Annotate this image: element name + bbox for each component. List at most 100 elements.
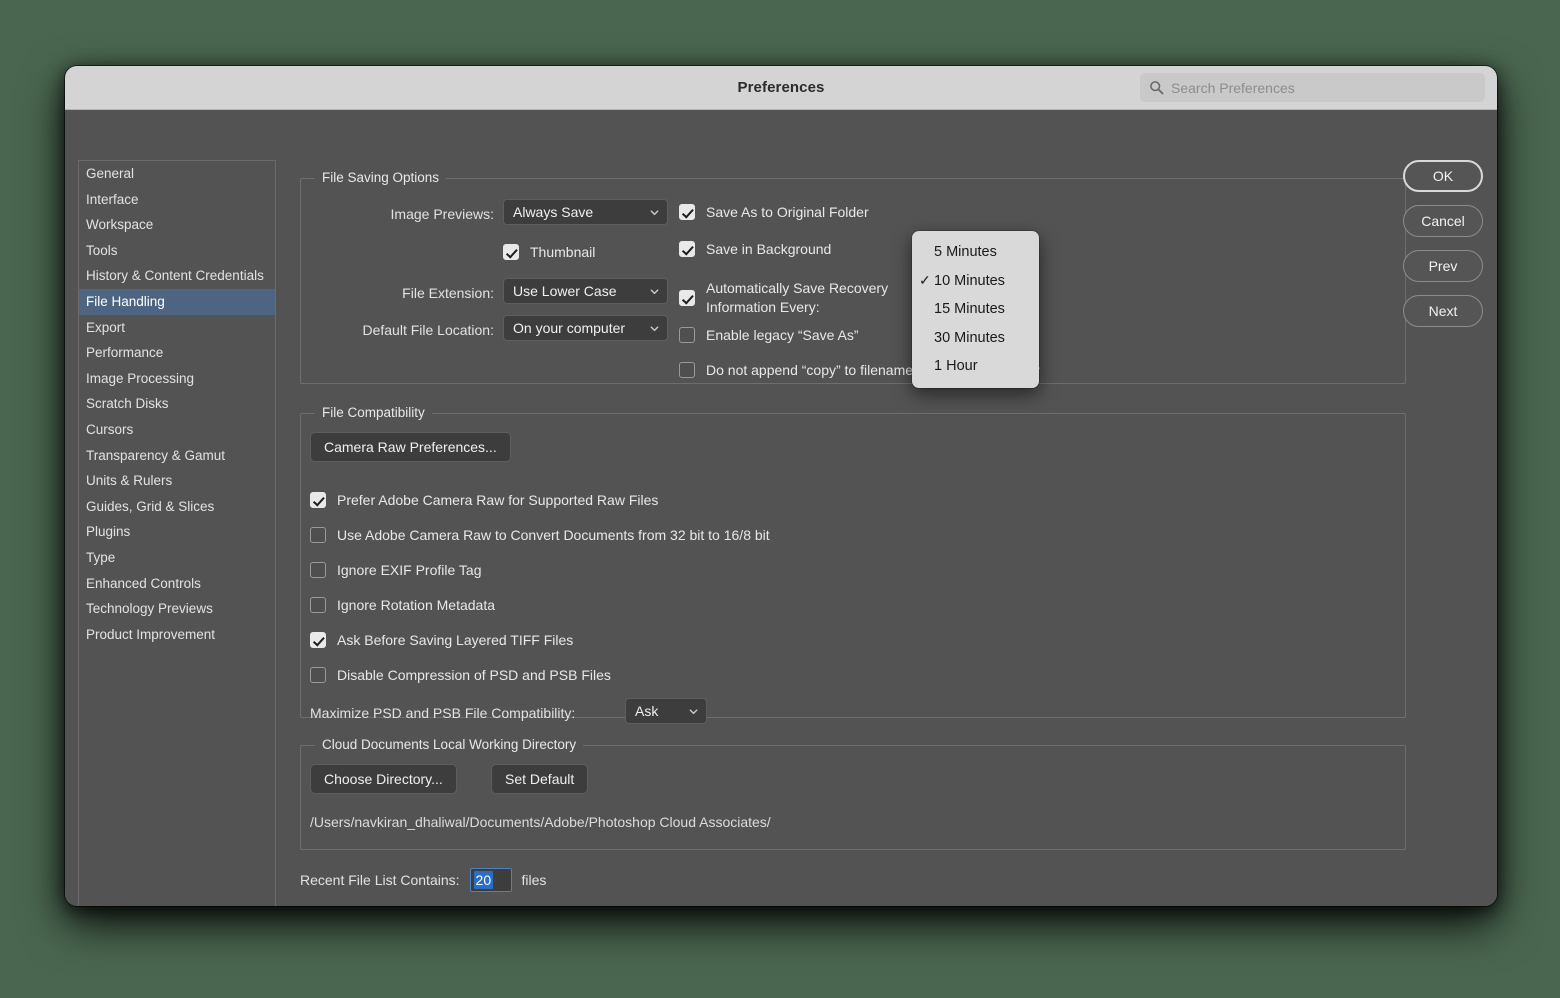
camera-raw-preferences-button[interactable]: Camera Raw Preferences... bbox=[310, 432, 511, 462]
disable-compression-checkbox[interactable] bbox=[310, 667, 326, 683]
maximize-compatibility-value: Ask bbox=[635, 703, 659, 719]
dialog-action-buttons: OK Cancel Prev Next bbox=[1403, 160, 1483, 327]
ignore-rotation-row[interactable]: Ignore Rotation Metadata bbox=[310, 597, 495, 613]
auto-save-recovery-line2: Information Every: bbox=[706, 299, 820, 315]
recovery-interval-popup-menu[interactable]: 5 Minutes ✓ 10 Minutes 15 Minutes 30 Min… bbox=[912, 231, 1039, 388]
popup-item-5-minutes[interactable]: 5 Minutes bbox=[912, 238, 1039, 267]
chevron-down-icon bbox=[650, 288, 659, 294]
ignore-rotation-checkbox[interactable] bbox=[310, 597, 326, 613]
cloud-documents-group: Cloud Documents Local Working Directory … bbox=[300, 737, 1406, 850]
recent-file-list-label: Recent File List Contains: bbox=[300, 872, 460, 888]
recent-file-count-input[interactable]: 20 bbox=[469, 868, 512, 892]
sidebar-item-history[interactable]: History & Content Credentials bbox=[79, 263, 275, 289]
save-in-background-checkbox[interactable] bbox=[679, 241, 695, 257]
popup-item-label: 10 Minutes bbox=[934, 272, 1005, 289]
image-previews-label: Image Previews: bbox=[390, 206, 494, 222]
ignore-rotation-label: Ignore Rotation Metadata bbox=[337, 597, 495, 613]
prev-button[interactable]: Prev bbox=[1403, 250, 1483, 282]
cloud-documents-legend: Cloud Documents Local Working Directory bbox=[315, 737, 584, 752]
cancel-button[interactable]: Cancel bbox=[1403, 205, 1483, 237]
search-preferences-field[interactable] bbox=[1140, 73, 1485, 102]
ignore-exif-label: Ignore EXIF Profile Tag bbox=[337, 562, 482, 578]
sidebar-item-interface[interactable]: Interface bbox=[79, 187, 275, 213]
recent-file-list-row: Recent File List Contains: 20 files bbox=[300, 868, 546, 892]
sidebar-item-scratch-disks[interactable]: Scratch Disks bbox=[79, 391, 275, 417]
save-as-original-folder-row[interactable]: Save As to Original Folder bbox=[679, 204, 869, 220]
window-body: General Interface Workspace Tools Histor… bbox=[65, 110, 1497, 906]
acr-convert-32bit-label: Use Adobe Camera Raw to Convert Document… bbox=[337, 527, 770, 543]
save-in-background-label: Save in Background bbox=[706, 241, 832, 257]
maximize-compatibility-select[interactable]: Ask bbox=[625, 698, 707, 724]
file-compatibility-group: File Compatibility Camera Raw Preference… bbox=[300, 405, 1406, 724]
acr-convert-32bit-row[interactable]: Use Adobe Camera Raw to Convert Document… bbox=[310, 527, 770, 543]
sidebar-item-general[interactable]: General bbox=[79, 161, 275, 187]
chevron-down-icon bbox=[689, 708, 698, 714]
popup-item-15-minutes[interactable]: 15 Minutes bbox=[912, 295, 1039, 324]
ask-layered-tiff-label: Ask Before Saving Layered TIFF Files bbox=[337, 632, 574, 648]
popup-item-label: 1 Hour bbox=[934, 358, 978, 375]
ask-layered-tiff-row[interactable]: Ask Before Saving Layered TIFF Files bbox=[310, 632, 573, 648]
default-file-location-label: Default File Location: bbox=[362, 322, 494, 338]
thumbnail-checkbox[interactable] bbox=[503, 244, 519, 260]
prefer-acr-row[interactable]: Prefer Adobe Camera Raw for Supported Ra… bbox=[310, 492, 658, 508]
auto-save-recovery-row[interactable]: Automatically Save Recovery Information … bbox=[679, 279, 888, 317]
preferences-window: Preferences General Interface Workspace … bbox=[65, 66, 1497, 906]
sidebar-item-tools[interactable]: Tools bbox=[79, 238, 275, 264]
sidebar-item-workspace[interactable]: Workspace bbox=[79, 212, 275, 238]
chevron-down-icon bbox=[650, 325, 659, 331]
choose-directory-button[interactable]: Choose Directory... bbox=[310, 764, 457, 794]
disable-compression-label: Disable Compression of PSD and PSB Files bbox=[337, 667, 611, 683]
auto-save-recovery-checkbox[interactable] bbox=[679, 290, 695, 306]
thumbnail-checkbox-row[interactable]: Thumbnail bbox=[503, 244, 595, 260]
sidebar-item-enhanced-controls[interactable]: Enhanced Controls bbox=[79, 571, 275, 597]
ask-layered-tiff-checkbox[interactable] bbox=[310, 632, 326, 648]
sidebar-item-units-rulers[interactable]: Units & Rulers bbox=[79, 468, 275, 494]
preferences-category-list[interactable]: General Interface Workspace Tools Histor… bbox=[78, 160, 276, 906]
window-title: Preferences bbox=[737, 79, 825, 96]
ignore-exif-checkbox[interactable] bbox=[310, 562, 326, 578]
ignore-exif-row[interactable]: Ignore EXIF Profile Tag bbox=[310, 562, 481, 578]
auto-save-recovery-label: Automatically Save Recovery Information … bbox=[706, 279, 888, 317]
image-previews-value: Always Save bbox=[513, 204, 594, 220]
window-titlebar: Preferences bbox=[65, 66, 1497, 110]
file-extension-value: Use Lower Case bbox=[513, 283, 617, 299]
auto-save-recovery-line1: Automatically Save Recovery bbox=[706, 280, 889, 296]
enable-legacy-save-as-row[interactable]: Enable legacy “Save As” bbox=[679, 327, 859, 343]
sidebar-item-performance[interactable]: Performance bbox=[79, 340, 275, 366]
image-previews-select[interactable]: Always Save bbox=[503, 199, 668, 225]
do-not-append-copy-checkbox[interactable] bbox=[679, 362, 695, 378]
recent-file-list-suffix: files bbox=[521, 872, 547, 888]
popup-item-10-minutes[interactable]: ✓ 10 Minutes bbox=[912, 267, 1039, 296]
search-icon bbox=[1150, 81, 1164, 95]
sidebar-item-file-handling[interactable]: File Handling bbox=[79, 288, 275, 315]
popup-item-1-hour[interactable]: 1 Hour bbox=[912, 352, 1039, 381]
next-button[interactable]: Next bbox=[1403, 295, 1483, 327]
popup-item-label: 15 Minutes bbox=[934, 301, 1005, 318]
chevron-down-icon bbox=[650, 209, 659, 215]
popup-item-label: 30 Minutes bbox=[934, 329, 1005, 346]
file-saving-options-legend: File Saving Options bbox=[315, 170, 447, 185]
enable-legacy-save-as-checkbox[interactable] bbox=[679, 327, 695, 343]
set-default-button[interactable]: Set Default bbox=[491, 764, 589, 794]
ok-button[interactable]: OK bbox=[1403, 160, 1483, 192]
search-input[interactable] bbox=[1171, 79, 1476, 96]
acr-convert-32bit-checkbox[interactable] bbox=[310, 527, 326, 543]
sidebar-item-transparency[interactable]: Transparency & Gamut bbox=[79, 443, 275, 469]
default-file-location-select[interactable]: On your computer bbox=[503, 315, 668, 341]
sidebar-item-cursors[interactable]: Cursors bbox=[79, 417, 275, 443]
file-extension-label: File Extension: bbox=[402, 285, 494, 301]
prefer-acr-checkbox[interactable] bbox=[310, 492, 326, 508]
sidebar-item-image-processing[interactable]: Image Processing bbox=[79, 366, 275, 392]
popup-item-30-minutes[interactable]: 30 Minutes bbox=[912, 324, 1039, 353]
sidebar-item-product-improvement[interactable]: Product Improvement bbox=[79, 622, 275, 648]
sidebar-item-plugins[interactable]: Plugins bbox=[79, 519, 275, 545]
save-as-original-folder-checkbox[interactable] bbox=[679, 204, 695, 220]
disable-compression-row[interactable]: Disable Compression of PSD and PSB Files bbox=[310, 667, 611, 683]
save-in-background-row[interactable]: Save in Background bbox=[679, 241, 831, 257]
sidebar-item-type[interactable]: Type bbox=[79, 545, 275, 571]
sidebar-item-technology-previews[interactable]: Technology Previews bbox=[79, 596, 275, 622]
sidebar-item-guides-grid[interactable]: Guides, Grid & Slices bbox=[79, 494, 275, 520]
file-extension-select[interactable]: Use Lower Case bbox=[503, 278, 668, 304]
check-icon: ✓ bbox=[919, 272, 931, 289]
sidebar-item-export[interactable]: Export bbox=[79, 315, 275, 341]
